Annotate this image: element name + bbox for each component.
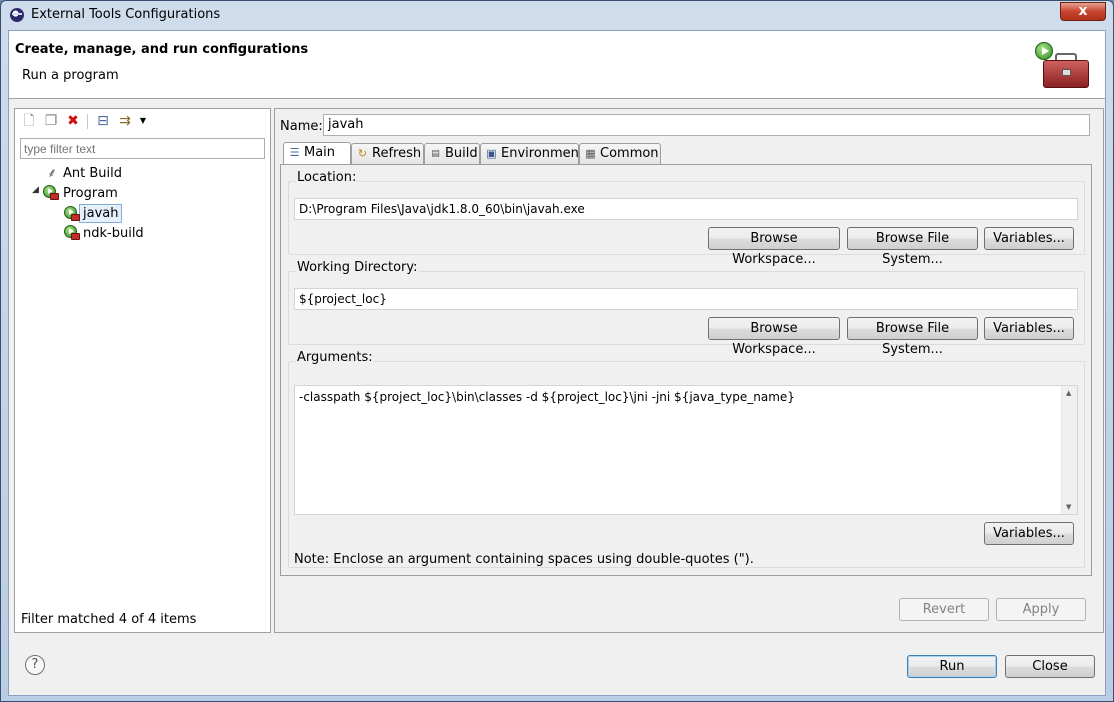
- arguments-group: Arguments: -classpath ${project_loc}\bin…: [288, 350, 1085, 568]
- working-directory-input[interactable]: ${project_loc}: [294, 288, 1078, 310]
- toolbox-icon: [1035, 42, 1091, 92]
- tab-label: Environment: [501, 146, 585, 161]
- new-configuration-icon[interactable]: 🗋: [21, 112, 37, 130]
- refresh-icon: ↻: [357, 147, 368, 160]
- filter-status: Filter matched 4 of 4 items: [21, 612, 197, 627]
- location-browse-workspace-button[interactable]: Browse Workspace...: [708, 227, 840, 267]
- window-close-button[interactable]: x: [1060, 2, 1106, 21]
- tab-label: Refresh: [372, 146, 422, 161]
- window-title: External Tools Configurations: [31, 7, 221, 22]
- location-browse-file-system-button[interactable]: Browse File System...: [847, 227, 978, 267]
- workdir-variables-button[interactable]: Variables...: [984, 317, 1074, 340]
- arguments-scrollbar[interactable]: ▲ ▼: [1061, 386, 1077, 514]
- dialog-header: Create, manage, and run configurations R…: [9, 31, 1105, 99]
- tab-build[interactable]: ▤ Build: [424, 143, 480, 164]
- header-subtitle: Run a program: [22, 68, 119, 83]
- working-directory-group: Working Directory: ${project_loc} Browse…: [288, 260, 1085, 357]
- tab-environment[interactable]: ▣ Environment: [480, 143, 584, 164]
- run-button[interactable]: Run: [907, 655, 997, 678]
- tab-common[interactable]: ▦ Common: [579, 143, 661, 164]
- toolbar-separator: [87, 114, 88, 129]
- name-label: Name:: [280, 119, 323, 134]
- header-title: Create, manage, and run configurations: [15, 42, 309, 57]
- arguments-note: Note: Enclose an argument containing spa…: [294, 552, 754, 567]
- arguments-textarea[interactable]: -classpath ${project_loc}\bin\classes -d…: [294, 385, 1078, 515]
- program-icon: [43, 185, 59, 201]
- location-label: Location:: [296, 170, 358, 185]
- tree-item-label: ndk-build: [83, 226, 144, 241]
- location-variables-button[interactable]: Variables...: [984, 227, 1074, 250]
- arguments-text: -classpath ${project_loc}\bin\classes -d…: [299, 390, 795, 404]
- filter-input[interactable]: [20, 138, 265, 159]
- program-icon: [64, 225, 80, 241]
- tree-item-ndk-build[interactable]: ndk-build: [61, 224, 147, 243]
- dialog-client: Create, manage, and run configurations R…: [8, 30, 1106, 696]
- name-input[interactable]: javah: [323, 114, 1090, 136]
- eclipse-icon: [10, 8, 24, 22]
- collapse-all-icon[interactable]: ⊟: [95, 112, 111, 130]
- common-icon: ▦: [585, 147, 596, 160]
- expand-triangle-icon[interactable]: ◢: [32, 185, 39, 195]
- configuration-editor: Name: javah ☰ Main ↻ Refresh ▤ Build ▣ E…: [274, 108, 1104, 633]
- workdir-browse-file-system-button[interactable]: Browse File System...: [847, 317, 978, 357]
- main-tab-panel: Location: D:\Program Files\Java\jdk1.8.0…: [280, 164, 1092, 576]
- filter-configurations-icon[interactable]: ⇉: [117, 112, 133, 130]
- tree-item-javah[interactable]: javah: [61, 204, 123, 223]
- help-icon[interactable]: ?: [25, 655, 45, 675]
- location-input[interactable]: D:\Program Files\Java\jdk1.8.0_60\bin\ja…: [294, 198, 1078, 220]
- ant-icon: ⸙: [47, 166, 57, 181]
- tab-main[interactable]: ☰ Main: [283, 142, 351, 165]
- apply-button[interactable]: Apply: [996, 598, 1086, 621]
- revert-button[interactable]: Revert: [899, 598, 989, 621]
- tab-label: Main: [304, 145, 336, 160]
- tree-item-ant-build[interactable]: ⸙ Ant Build: [45, 164, 125, 183]
- title-bar[interactable]: External Tools Configurations x: [1, 1, 1113, 29]
- tree-item-program[interactable]: Program: [43, 184, 121, 203]
- arguments-variables-button[interactable]: Variables...: [984, 522, 1074, 545]
- scroll-up-icon[interactable]: ▲: [1066, 389, 1071, 397]
- tree-item-label: Program: [63, 186, 118, 201]
- tab-label: Common: [600, 146, 659, 161]
- working-directory-label: Working Directory:: [296, 260, 419, 275]
- main-tab-icon: ☰: [289, 146, 300, 159]
- arguments-label: Arguments:: [296, 350, 374, 365]
- dialog-window: External Tools Configurations x Create, …: [0, 0, 1114, 702]
- configurations-panel: 🗋 ❐ ✖ ⊟ ⇉ ▼ ⸙ Ant Build ◢ Program javah: [14, 108, 271, 633]
- location-group: Location: D:\Program Files\Java\jdk1.8.0…: [288, 170, 1085, 267]
- build-icon: ▤: [431, 149, 440, 159]
- delete-icon[interactable]: ✖: [65, 112, 81, 130]
- workdir-browse-workspace-button[interactable]: Browse Workspace...: [708, 317, 840, 357]
- tree-item-label: Ant Build: [63, 166, 122, 181]
- tree-item-label: javah: [79, 204, 123, 223]
- close-button[interactable]: Close: [1005, 655, 1095, 678]
- duplicate-icon[interactable]: ❐: [43, 112, 59, 130]
- tab-label: Build: [445, 146, 478, 161]
- tab-refresh[interactable]: ↻ Refresh: [351, 143, 424, 164]
- program-icon: [64, 206, 80, 222]
- view-menu-chevron-down-icon[interactable]: ▼: [135, 112, 151, 130]
- scroll-down-icon[interactable]: ▼: [1066, 503, 1071, 511]
- environment-icon: ▣: [486, 147, 497, 160]
